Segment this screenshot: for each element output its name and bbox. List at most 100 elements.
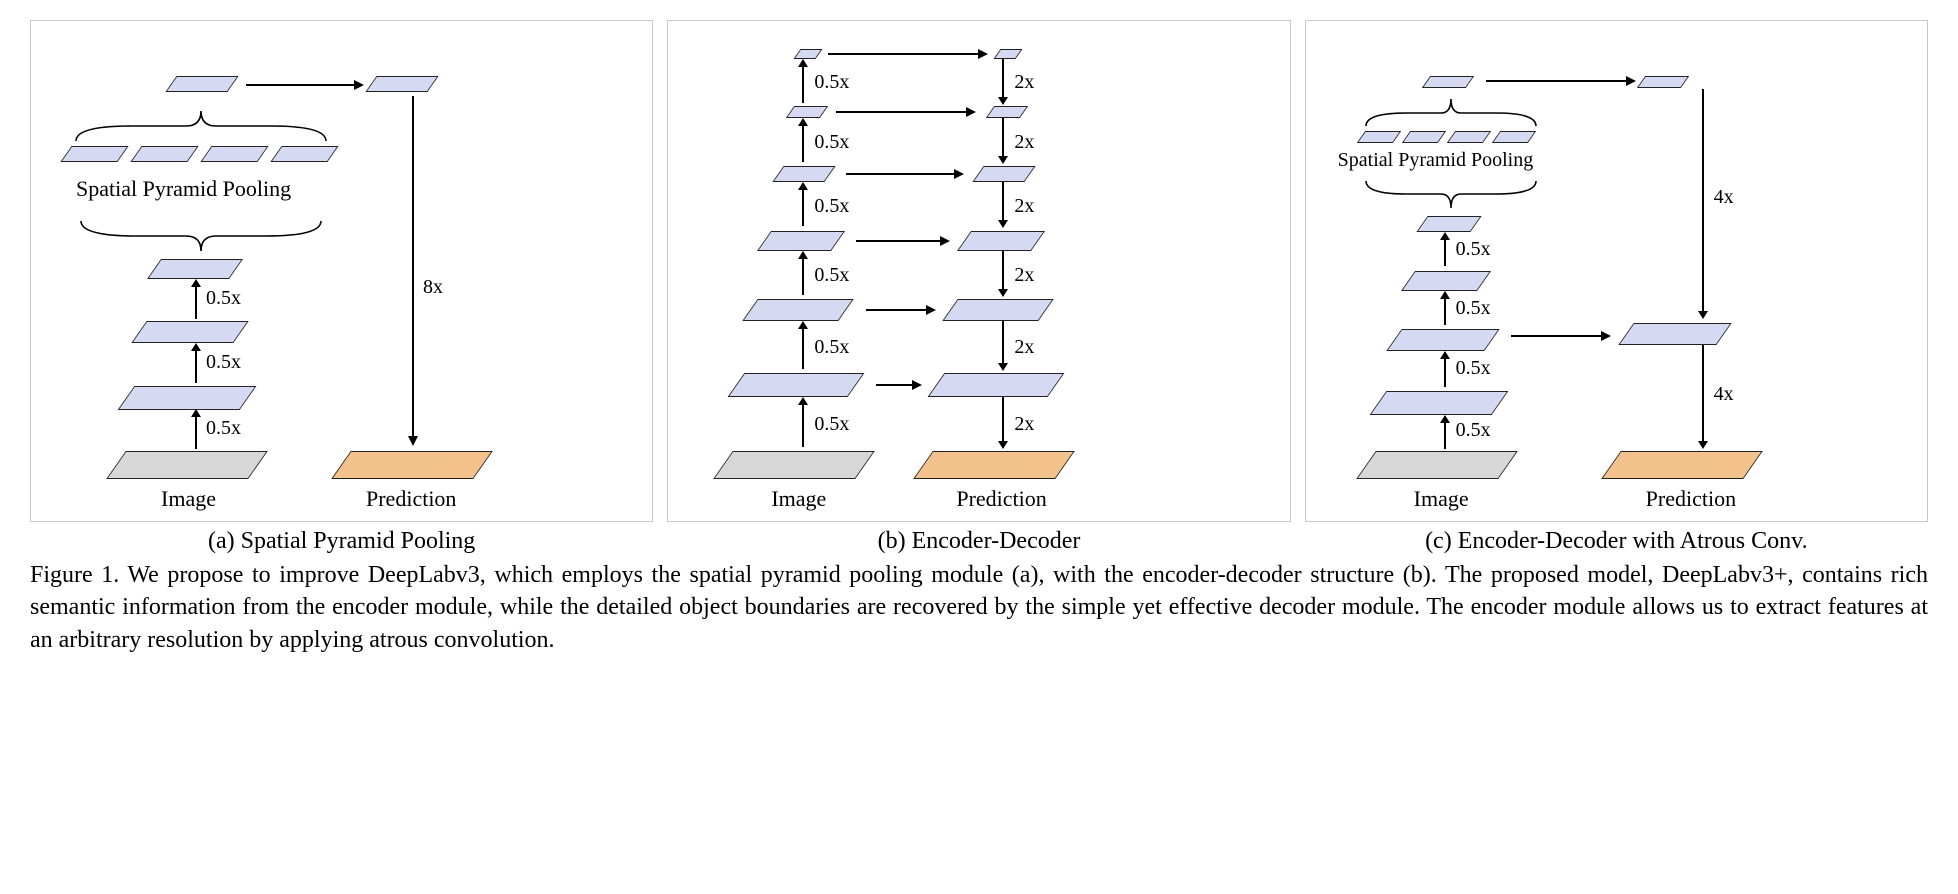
scale-label: 2x <box>1014 131 1034 154</box>
scale-label: 8x <box>423 276 443 299</box>
input-slab <box>106 451 268 479</box>
feature-slab <box>943 299 1054 321</box>
feature-slab <box>994 49 1023 59</box>
scale-label: 0.5x <box>814 336 849 359</box>
image-label: Image <box>771 486 826 512</box>
spp-branch <box>1446 131 1490 143</box>
scale-label: 2x <box>1014 264 1034 287</box>
spp-label: Spatial Pyramid Pooling <box>76 176 291 202</box>
up-arrow-icon <box>189 343 203 385</box>
down-arrow-icon <box>1696 89 1710 319</box>
top-right-slab <box>365 76 438 92</box>
scale-label: 0.5x <box>1456 419 1491 442</box>
feature-slab <box>986 106 1028 118</box>
prediction-label: Prediction <box>956 486 1046 512</box>
up-arrow-icon <box>796 182 810 228</box>
right-arrow-icon <box>246 76 366 94</box>
scale-label: 4x <box>1714 383 1734 406</box>
up-arrow-icon <box>189 279 203 321</box>
skip-arrow-icon <box>846 167 964 181</box>
brace-icon <box>76 216 326 256</box>
feature-slab <box>773 166 836 182</box>
top-right-slab <box>1636 76 1688 88</box>
subtitle-a: (a) Spatial Pyramid Pooling <box>30 528 653 555</box>
right-arrow-icon <box>1486 74 1636 88</box>
prediction-label: Prediction <box>1646 486 1736 512</box>
skip-arrow-icon <box>856 234 950 248</box>
skip-arrow-icon <box>876 378 922 392</box>
brace-icon <box>1361 176 1541 214</box>
feature-slab <box>147 259 243 279</box>
scale-label: 2x <box>1014 413 1034 436</box>
feature-slab <box>1369 391 1508 415</box>
spp-branch <box>200 146 268 162</box>
scale-label: 0.5x <box>1456 357 1491 380</box>
up-arrow-icon <box>189 409 203 451</box>
scale-label: 0.5x <box>1456 297 1491 320</box>
scale-label: 0.5x <box>814 413 849 436</box>
spp-branch <box>130 146 198 162</box>
subtitles-row: (a) Spatial Pyramid Pooling (b) Encoder-… <box>30 528 1928 555</box>
up-arrow-icon <box>1438 351 1452 389</box>
feature-slab <box>1386 329 1499 351</box>
up-arrow-icon <box>796 321 810 371</box>
spp-label: Spatial Pyramid Pooling <box>1338 149 1534 172</box>
feature-slab <box>743 299 854 321</box>
prediction-slab <box>1601 451 1763 479</box>
feature-slab <box>973 166 1036 182</box>
decoder-mid-slab <box>1618 323 1731 345</box>
figure-panels: Image 0.5x 0.5x 0.5x Spatial Pyramid Poo… <box>30 20 1928 522</box>
subtitle-c: (c) Encoder-Decoder with Atrous Conv. <box>1305 528 1928 555</box>
image-label: Image <box>1414 486 1469 512</box>
feature-slab <box>757 231 845 251</box>
skip-arrow-icon <box>866 303 936 317</box>
down-arrow-icon <box>996 59 1010 105</box>
scale-label: 0.5x <box>206 417 241 440</box>
spp-branch <box>270 146 338 162</box>
input-slab <box>714 451 876 479</box>
scale-label: 4x <box>1714 186 1734 209</box>
feature-slab <box>786 106 828 118</box>
merged-feature-slab <box>1421 76 1473 88</box>
up-arrow-icon <box>1438 232 1452 268</box>
feature-slab <box>728 373 865 397</box>
up-arrow-icon <box>796 251 810 297</box>
prediction-slab <box>331 451 493 479</box>
scale-label: 2x <box>1014 195 1034 218</box>
subtitle-b: (b) Encoder-Decoder <box>667 528 1290 555</box>
up-arrow-icon <box>1438 291 1452 327</box>
feature-slab <box>928 373 1065 397</box>
merged-feature-slab <box>165 76 238 92</box>
image-label: Image <box>161 486 216 512</box>
skip-arrow-icon <box>1511 329 1611 343</box>
skip-arrow-icon <box>836 105 976 119</box>
down-arrow-icon <box>996 182 1010 228</box>
down-arrow-icon <box>996 321 1010 371</box>
scale-label: 0.5x <box>1456 238 1491 261</box>
spp-branch <box>60 146 128 162</box>
scale-label: 0.5x <box>814 195 849 218</box>
up-arrow-icon <box>1438 415 1452 451</box>
feature-slab <box>1416 216 1481 232</box>
brace-icon <box>1361 96 1541 130</box>
skip-arrow-icon <box>828 47 988 61</box>
feature-slab <box>131 321 248 343</box>
down-arrow-icon <box>996 118 1010 164</box>
panel-a: Image 0.5x 0.5x 0.5x Spatial Pyramid Poo… <box>30 20 653 522</box>
feature-slab <box>794 49 823 59</box>
down-arrow-icon <box>1696 345 1710 449</box>
down-arrow-icon <box>996 397 1010 449</box>
scale-label: 0.5x <box>814 131 849 154</box>
scale-label: 2x <box>1014 336 1034 359</box>
scale-label: 0.5x <box>206 351 241 374</box>
feature-slab <box>957 231 1045 251</box>
scale-label: 0.5x <box>206 287 241 310</box>
figure-number: Figure 1. <box>30 562 119 588</box>
spp-branch <box>1356 131 1400 143</box>
panel-b: Image 0.5x 0.5x 0.5x 0.5x 0.5x 0.5x Pred… <box>667 20 1290 522</box>
panel-c: Image 0.5x 0.5x 0.5x 0.5x Spatial Pyrami… <box>1305 20 1928 522</box>
feature-slab <box>118 386 257 410</box>
spp-branch <box>1491 131 1535 143</box>
figure-caption: Figure 1. We propose to improve DeepLabv… <box>30 559 1928 656</box>
feature-slab <box>1401 271 1491 291</box>
